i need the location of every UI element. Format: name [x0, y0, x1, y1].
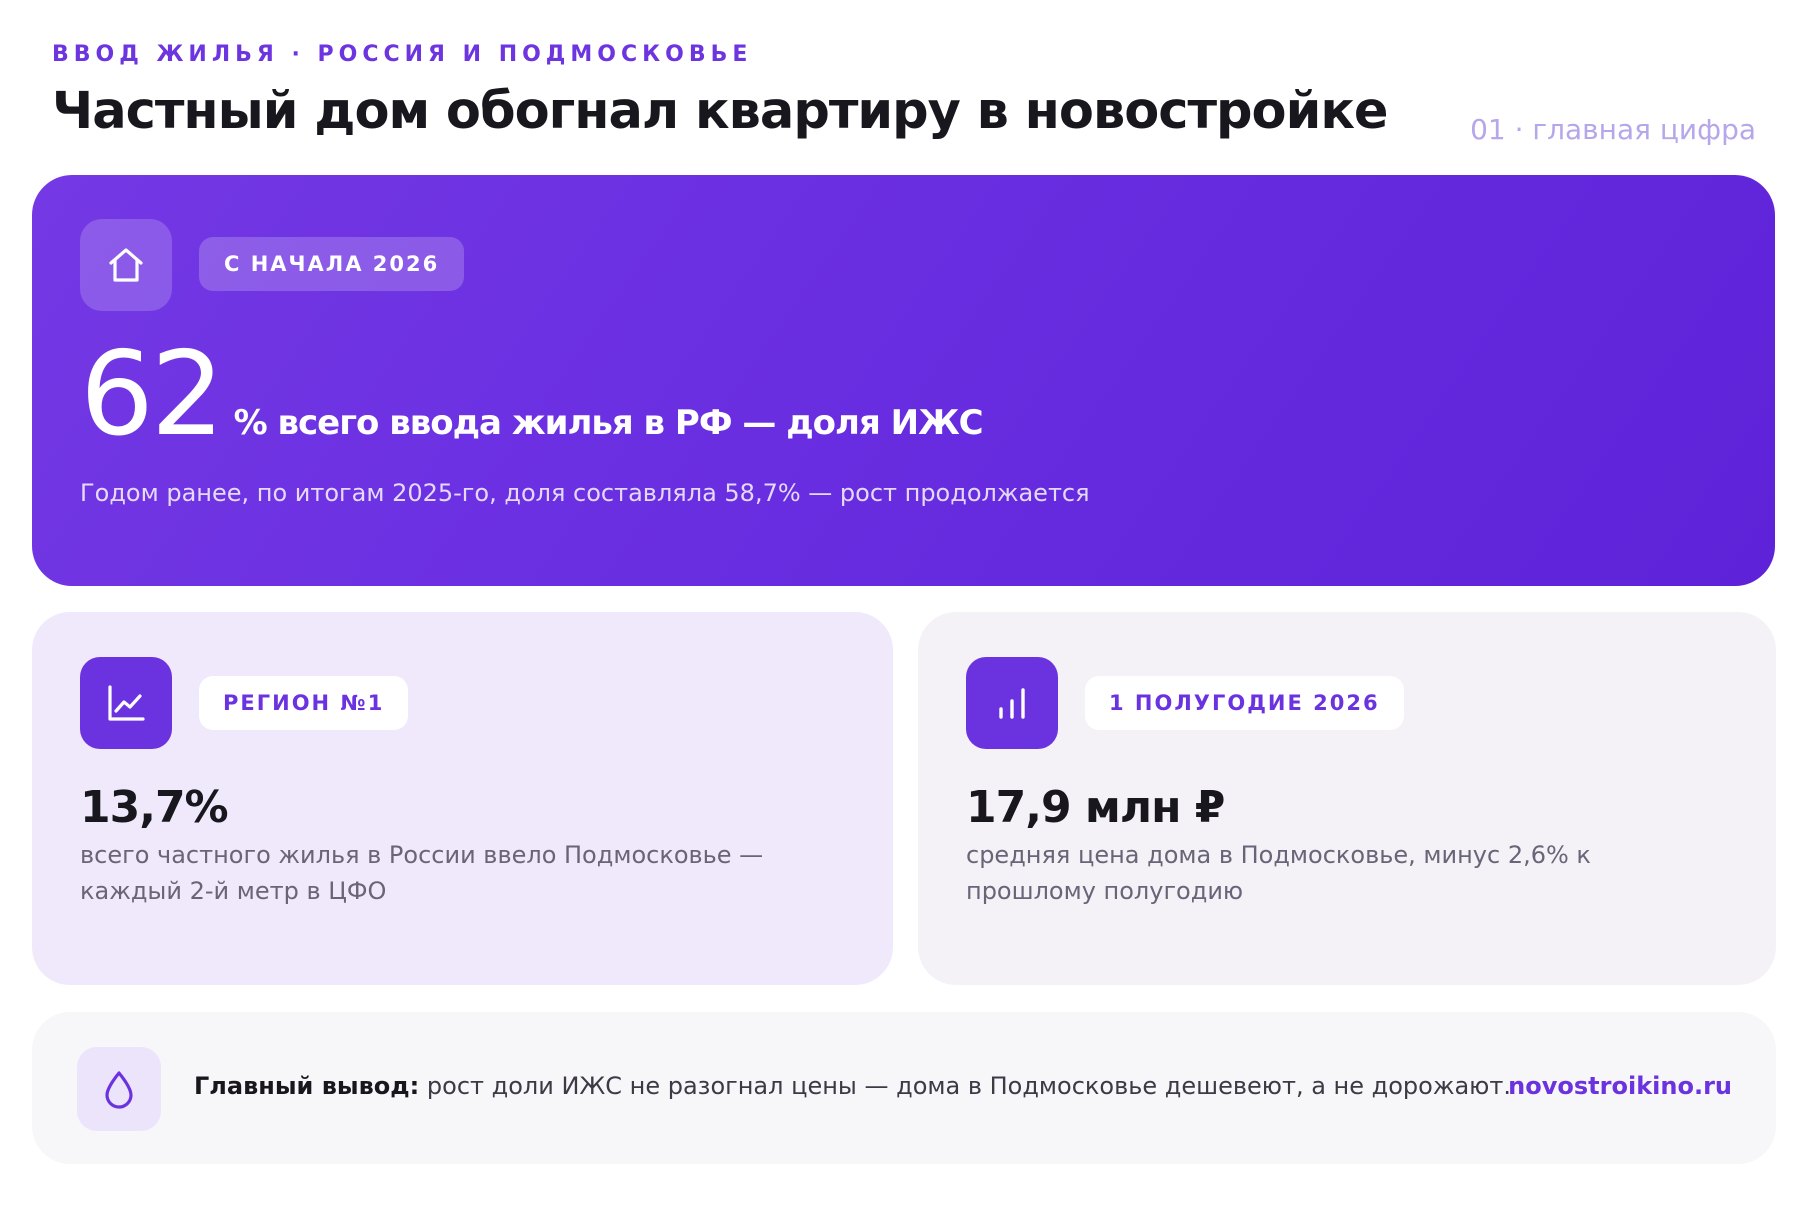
stat-card-value: 13,7% — [80, 782, 229, 833]
stat-card-text: всего частного жилья в России ввело Подм… — [80, 841, 764, 905]
stat-card-badge: 1 ПОЛУГОДИЕ 2026 — [1085, 676, 1404, 730]
summary-lead: Главный вывод: — [194, 1072, 420, 1100]
summary-bar: Главный вывод: рост доли ИЖС не разогнал… — [32, 1012, 1776, 1164]
hero-value: 62 — [80, 327, 225, 462]
home-icon — [80, 219, 172, 311]
summary-text: Главный вывод: рост доли ИЖС не разогнал… — [194, 1072, 1511, 1100]
hero-metric: 62 % всего ввода жилья в РФ — доля ИЖС — [80, 327, 984, 462]
stat-card-text: средняя цена дома в Подмосковье, минус 2… — [966, 841, 1591, 905]
section-eyebrow: ВВОД ЖИЛЬЯ · РОССИЯ И ПОДМОСКОВЬЕ — [52, 42, 753, 67]
line-chart-icon — [80, 657, 172, 749]
page-title: Частный дом обогнал квартиру в новострой… — [52, 82, 1389, 141]
drop-icon — [77, 1047, 161, 1131]
hero-caption: % всего ввода жилья в РФ — доля ИЖС — [233, 403, 984, 443]
hero-card: С НАЧАЛА 2026 62 % всего ввода жилья в Р… — [32, 175, 1775, 586]
stat-card-badge: РЕГИОН №1 — [199, 676, 409, 730]
stat-card-price: 1 ПОЛУГОДИЕ 2026 17,9 млн ₽ средняя цена… — [918, 612, 1776, 985]
summary-body: рост доли ИЖС не разогнал цены — дома в … — [419, 1072, 1511, 1100]
slide-label: 01 · главная цифра — [1470, 113, 1756, 146]
stat-card-value: 17,9 млн ₽ — [966, 782, 1225, 833]
infographic-page: ВВОД ЖИЛЬЯ · РОССИЯ И ПОДМОСКОВЬЕ Частны… — [0, 0, 1800, 1224]
stat-card-region: РЕГИОН №1 13,7% всего частного жилья в Р… — [32, 612, 893, 985]
hero-note: Годом ранее, по итогам 2025-го, доля сос… — [80, 479, 1090, 507]
bar-chart-icon — [966, 657, 1058, 749]
source-link[interactable]: novostroikino.ru — [1508, 1072, 1732, 1100]
hero-period-badge: С НАЧАЛА 2026 — [199, 237, 465, 291]
